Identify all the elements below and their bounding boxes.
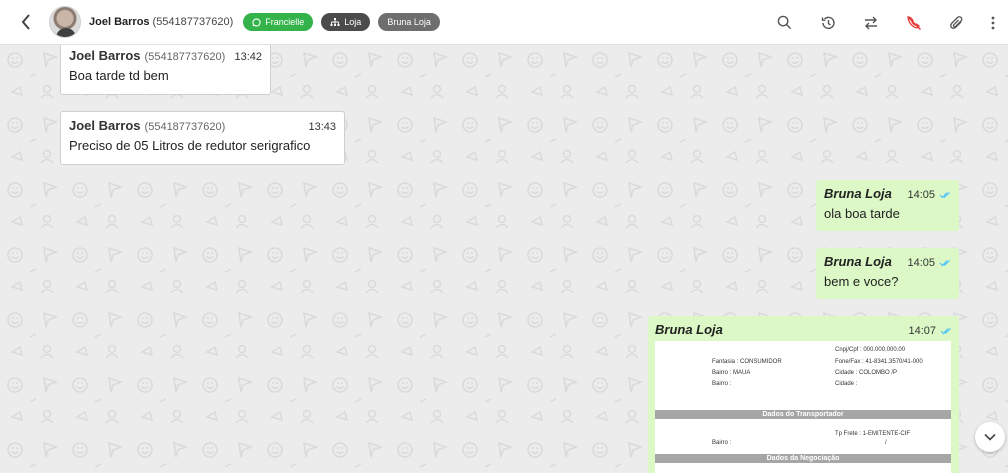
sender-phone: (554187737620): [144, 121, 226, 133]
history-icon: [821, 16, 835, 29]
message-time: 14:05: [907, 189, 951, 201]
tag-bruna-loja[interactable]: Bruna Loja: [378, 13, 440, 31]
transfer-icon: [864, 16, 877, 29]
message-header: Joel Barros (554187737620) 13:42: [69, 48, 262, 63]
doc-section-band: Dados da Negociação: [655, 454, 951, 463]
header-toolbar: [763, 0, 1008, 45]
sitemap-icon: [330, 17, 340, 26]
message-time: 13:43: [308, 121, 336, 133]
read-check-icon: [939, 260, 950, 267]
search-icon: [777, 15, 792, 30]
history-button[interactable]: [806, 0, 849, 45]
doc-row: Cidade : COLOMBO /P: [835, 370, 898, 376]
more-button[interactable]: [978, 0, 1008, 45]
message-header: Bruna Loja 14:05: [824, 186, 951, 201]
message-text: ola boa tarde: [824, 206, 900, 221]
tag-label: Loja: [344, 17, 362, 27]
tag-label: Bruna Loja: [387, 17, 431, 27]
tag-francielle[interactable]: Francielle: [243, 13, 314, 31]
doc-section-band: Dados do Transportador: [655, 410, 951, 419]
doc-row: Fantasia : CONSUMIDOR: [712, 359, 782, 365]
sender-name: Bruna Loja: [824, 254, 892, 269]
sender-name: Bruna Loja: [824, 186, 892, 201]
contact-name[interactable]: Joel Barros: [89, 16, 150, 28]
message-text: Preciso de 05 Litros de redutor serigraf…: [69, 138, 311, 153]
sender-name: Joel Barros (554187737620): [69, 48, 226, 63]
doc-row: Tp Frete : 1-EMITENTE-CIF: [835, 431, 911, 437]
tag-loja[interactable]: Loja: [321, 13, 371, 31]
search-button[interactable]: [763, 0, 806, 45]
scroll-to-bottom-button[interactable]: [975, 422, 1005, 452]
read-check-icon: [940, 328, 951, 335]
whatsapp-icon: [252, 17, 261, 27]
doc-row: Bairro : MAUA: [712, 370, 751, 376]
message-time: 14:05: [907, 257, 951, 269]
tag-label: Francielle: [265, 17, 305, 27]
contact-phone: (554187737620): [152, 16, 234, 28]
no-phone-icon: [906, 15, 921, 30]
message-header: Bruna Loja 14:05: [824, 254, 951, 269]
chevron-down-icon: [984, 433, 996, 441]
transfer-button[interactable]: [849, 0, 892, 45]
message-header: Joel Barros (554187737620) 13:43: [69, 118, 336, 133]
message-header: Bruna Loja 14:07: [655, 322, 952, 337]
doc-row: /: [885, 440, 887, 446]
doc-row: Bairro :: [712, 440, 732, 446]
message-incoming[interactable]: Joel Barros (554187737620) 13:43 Preciso …: [60, 111, 345, 165]
document-preview[interactable]: Cnpj/Cpf : 000.000.000.00 Fantasia : CON…: [655, 341, 951, 473]
avatar[interactable]: [49, 6, 81, 38]
doc-row: Fone/Fax : 41-8341.3570/41-000: [835, 359, 923, 365]
attach-button[interactable]: [935, 0, 978, 45]
doc-row: Cnpj/Cpf : 000.000.000.00: [835, 347, 906, 353]
chat-header: Joel Barros (554187737620) Francielle Lo…: [0, 0, 1008, 45]
message-text: bem e voce?: [824, 274, 899, 289]
doc-row: Cidade :: [835, 381, 858, 387]
message-incoming[interactable]: Joel Barros (554187737620) 13:42 Boa tard…: [60, 45, 271, 95]
message-time: 13:42: [234, 51, 262, 63]
read-check-icon: [939, 192, 950, 199]
chevron-left-icon: [21, 14, 30, 30]
sender-name: Bruna Loja: [655, 322, 723, 337]
sender-phone: (554187737620): [144, 51, 226, 63]
attach-icon: [949, 15, 962, 29]
back-button[interactable]: [15, 11, 37, 33]
end-call-button[interactable]: [892, 0, 935, 45]
more-icon: [991, 16, 995, 29]
message-outgoing[interactable]: Bruna Loja 14:05 ola boa tarde: [816, 180, 959, 231]
doc-row: Bairro :: [712, 381, 732, 387]
message-outgoing[interactable]: Bruna Loja 14:05 bem e voce?: [816, 248, 959, 299]
message-text: Boa tarde td bem: [69, 68, 169, 83]
sender-name: Joel Barros (554187737620): [69, 118, 226, 133]
message-time: 14:07: [908, 325, 952, 337]
chat-area[interactable]: Joel Barros (554187737620) 13:42 Boa tard…: [0, 45, 1008, 473]
message-outgoing-document[interactable]: Bruna Loja 14:07 Cnpj/Cpf : 000.000.000.…: [648, 316, 959, 473]
